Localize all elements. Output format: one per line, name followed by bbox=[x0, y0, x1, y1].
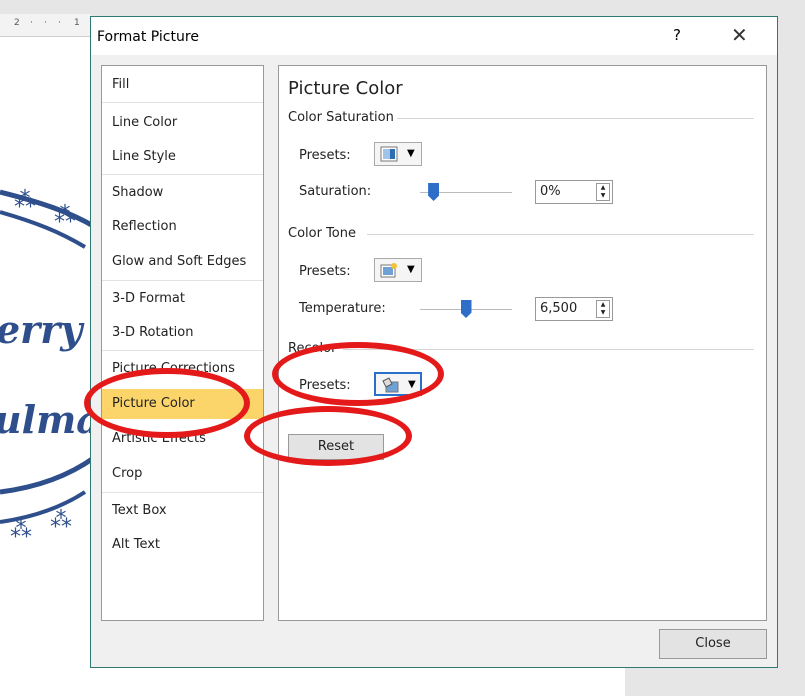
sidebar-item-artistic-effects[interactable]: Artistic Effects bbox=[102, 424, 263, 454]
chevron-down-icon: ▼ bbox=[408, 379, 416, 390]
sidebar-divider bbox=[102, 492, 263, 493]
sidebar-item-shadow[interactable]: Shadow bbox=[102, 178, 263, 208]
tone-presets-dropdown[interactable]: ▼ bbox=[374, 258, 422, 282]
ruler-mark: 1 bbox=[74, 18, 80, 28]
sidebar-item-picture-corrections[interactable]: Picture Corrections bbox=[102, 354, 263, 384]
saturation-presets-label: Presets: bbox=[299, 148, 351, 163]
ruler-mark: 2 bbox=[14, 18, 20, 28]
saturation-spinner[interactable]: 0% ▲ ▼ bbox=[535, 180, 613, 204]
svg-text:⁂: ⁂ bbox=[50, 508, 72, 533]
sidebar-divider bbox=[102, 280, 263, 281]
sidebar-item-glow-soft-edges[interactable]: Glow and Soft Edges bbox=[102, 247, 263, 277]
tone-preset-icon bbox=[380, 263, 397, 278]
color-tone-heading: Color Tone bbox=[288, 226, 356, 241]
temperature-slider-thumb[interactable] bbox=[460, 300, 472, 318]
chevron-down-icon: ▼ bbox=[407, 264, 415, 275]
recolor-heading: Recolor bbox=[288, 341, 337, 356]
sidebar-item-line-style[interactable]: Line Style bbox=[102, 142, 263, 172]
saturation-slider-thumb[interactable] bbox=[428, 183, 440, 201]
recolor-presets-label: Presets: bbox=[299, 378, 351, 393]
sidebar-item-picture-color[interactable]: Picture Color bbox=[102, 389, 263, 419]
sidebar-item-text-box[interactable]: Text Box bbox=[102, 496, 263, 526]
sidebar-item-reflection[interactable]: Reflection bbox=[102, 212, 263, 242]
temperature-label: Temperature: bbox=[299, 301, 386, 316]
group-divider bbox=[367, 234, 754, 235]
document-text: erry bbox=[0, 307, 83, 352]
sidebar-item-alt-text[interactable]: Alt Text bbox=[102, 530, 263, 560]
tone-presets-label: Presets: bbox=[299, 264, 351, 279]
ruler-mark: · bbox=[58, 18, 61, 28]
dialog-title: Format Picture bbox=[97, 29, 199, 45]
spinner-arrows-icon[interactable]: ▲ ▼ bbox=[596, 183, 610, 201]
reset-button[interactable]: Reset bbox=[288, 434, 384, 460]
document-text: ulma bbox=[0, 397, 101, 442]
saturation-label: Saturation: bbox=[299, 184, 372, 199]
sidebar-item-3d-format[interactable]: 3-D Format bbox=[102, 284, 263, 314]
ruler: 2 · · · 1 bbox=[0, 14, 91, 37]
close-icon[interactable]: ✕ bbox=[731, 23, 748, 47]
sidebar-divider bbox=[102, 174, 263, 175]
group-divider bbox=[397, 118, 754, 119]
chevron-down-icon: ▼ bbox=[407, 148, 415, 159]
sidebar-item-line-color[interactable]: Line Color bbox=[102, 108, 263, 138]
ruler-mark: · bbox=[44, 18, 47, 28]
sidebar-item-crop[interactable]: Crop bbox=[102, 459, 263, 489]
help-button[interactable]: ? bbox=[673, 26, 681, 44]
sidebar-divider bbox=[102, 102, 263, 103]
svg-text:⁂: ⁂ bbox=[14, 188, 36, 213]
svg-text:⁂: ⁂ bbox=[10, 518, 32, 543]
stamp-graphic: ⁂ ⁂ ⁂ ⁂ bbox=[0, 188, 97, 543]
sidebar-item-3d-rotation[interactable]: 3-D Rotation bbox=[102, 318, 263, 348]
dialog-titlebar: Format Picture ? ✕ bbox=[91, 17, 777, 55]
recolor-preset-icon bbox=[382, 377, 399, 393]
recolor-presets-dropdown[interactable]: ▼ bbox=[374, 372, 422, 396]
format-picture-dialog: Format Picture ? ✕ Fill Line Color Line … bbox=[90, 16, 778, 668]
group-divider bbox=[343, 349, 754, 350]
picture-color-panel: Picture Color Color Saturation Presets: … bbox=[278, 65, 767, 621]
category-sidebar: Fill Line Color Line Style Shadow Reflec… bbox=[101, 65, 264, 621]
sidebar-divider bbox=[102, 350, 263, 351]
svg-text:⁂: ⁂ bbox=[54, 203, 76, 228]
temperature-value: 6,500 bbox=[540, 301, 578, 316]
spinner-arrows-icon[interactable]: ▲ ▼ bbox=[596, 300, 610, 318]
panel-title: Picture Color bbox=[288, 78, 403, 99]
close-button[interactable]: Close bbox=[659, 629, 767, 659]
sidebar-item-fill[interactable]: Fill bbox=[102, 70, 263, 100]
temperature-spinner[interactable]: 6,500 ▲ ▼ bbox=[535, 297, 613, 321]
saturation-value: 0% bbox=[540, 184, 561, 199]
ruler-mark: · bbox=[30, 18, 33, 28]
saturation-presets-dropdown[interactable]: ▼ bbox=[374, 142, 422, 166]
color-saturation-heading: Color Saturation bbox=[288, 110, 394, 125]
saturation-preset-icon bbox=[380, 146, 398, 162]
